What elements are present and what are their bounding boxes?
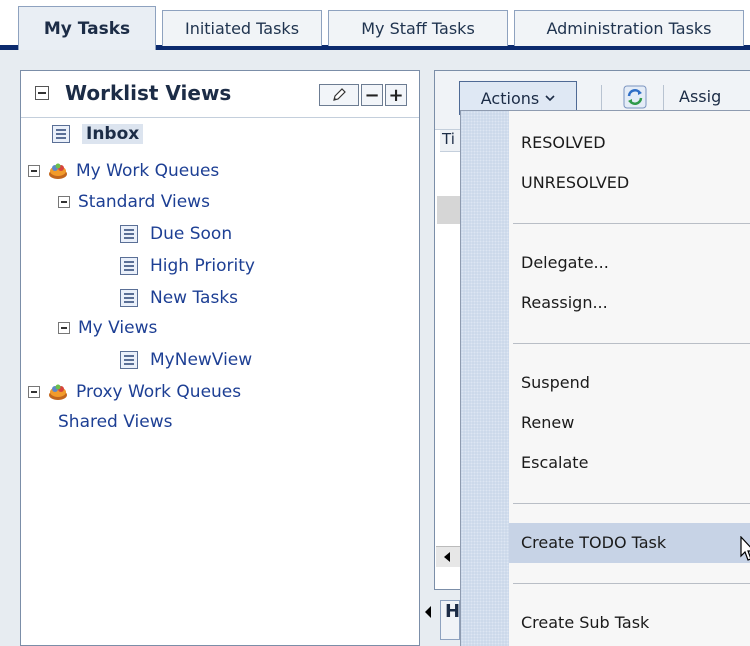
tree-item-high-priority[interactable]: High Priority [120,256,255,276]
view-list-icon [120,257,138,275]
tab-my-tasks[interactable]: My Tasks [18,6,156,50]
tree-item-my-work-queues[interactable]: My Work Queues [28,161,219,181]
actions-dropdown-menu: RESOLVED UNRESOLVED Delegate... Reassign… [460,110,750,646]
tab-bar: My Tasks Initiated Tasks My Staff Tasks … [0,0,750,50]
collapse-node-icon[interactable] [58,322,70,334]
tree-item-label: High Priority [150,256,255,276]
tab-administration-tasks[interactable]: Administration Tasks [514,10,744,46]
selected-row[interactable] [437,196,461,224]
view-list-icon [120,351,138,369]
tree-item-proxy-work-queues[interactable]: Proxy Work Queues [28,382,241,402]
menu-separator [513,503,750,504]
menu-separator [513,223,750,224]
view-list-icon [120,289,138,307]
tab-label: My Tasks [43,18,131,39]
toolbar-separator [663,85,664,113]
horizontal-scrollbar[interactable] [436,546,460,567]
panel-title: Worklist Views [65,81,232,105]
tree-item-label: My Views [78,318,158,338]
work-queue-icon [49,384,67,400]
tab-label: Initiated Tasks [184,19,300,38]
menu-icon-gutter [461,111,509,646]
tree-item-label: Shared Views [58,412,173,432]
refresh-icon[interactable] [623,85,647,109]
plus-icon: + [388,84,404,106]
collapse-node-icon[interactable] [58,196,70,208]
panel-tools: − + [319,84,407,106]
menu-separator [513,343,750,344]
menu-item-unresolved[interactable]: UNRESOLVED [521,173,629,192]
expand-left-arrow-icon[interactable] [425,606,431,618]
tree-item-my-views[interactable]: My Views [58,318,157,338]
tree-item-label: Inbox [82,124,144,144]
view-list-icon [120,225,138,243]
tree-item-label: Standard Views [78,192,210,212]
tab-initiated-tasks[interactable]: Initiated Tasks [162,10,322,46]
actions-label: Actions [480,88,540,108]
collapse-node-icon[interactable] [28,386,40,398]
tree-item-label: MyNewView [150,350,253,370]
panel-header: Worklist Views − + [21,71,419,118]
menu-item-resolved[interactable]: RESOLVED [521,133,606,152]
menu-item-suspend[interactable]: Suspend [521,373,590,392]
menu-separator [513,583,750,584]
tab-my-staff-tasks[interactable]: My Staff Tasks [328,10,508,46]
minus-icon: − [364,84,380,106]
tab-label: Administration Tasks [546,19,712,38]
tree-item-label: New Tasks [150,288,239,308]
chevron-down-icon [545,95,555,102]
edit-view-button[interactable] [319,84,359,106]
menu-item-create-sub-task[interactable]: Create Sub Task [521,613,649,632]
menu-item-reassign[interactable]: Reassign... [521,293,608,312]
tree-item-due-soon[interactable]: Due Soon [120,224,232,244]
pencil-icon [333,88,346,101]
tree-item-shared-views[interactable]: Shared Views [58,412,172,432]
mouse-cursor-icon [740,536,750,561]
title-column-header[interactable]: Ti [440,130,460,152]
tree-item-label: My Work Queues [76,161,220,181]
remove-view-button[interactable]: − [361,84,383,106]
view-list-icon [52,125,70,143]
tree-item-inbox[interactable]: Inbox [52,124,144,144]
tree-item-standard-views[interactable]: Standard Views [58,192,210,212]
tree-item-label: Proxy Work Queues [76,382,242,402]
menu-item-renew[interactable]: Renew [521,413,574,432]
menu-item-create-todo-task[interactable]: Create TODO Task [521,533,666,552]
collapse-panel-icon[interactable] [35,86,49,100]
assign-button[interactable]: Assig [679,87,721,106]
menu-item-delegate[interactable]: Delegate... [521,253,609,272]
work-queue-icon [49,163,67,179]
tab-label: My Staff Tasks [361,19,475,38]
tree-item-label: Due Soon [150,224,233,244]
tree-item-new-tasks[interactable]: New Tasks [120,288,238,308]
tree-item-mynewview[interactable]: MyNewView [120,350,252,370]
add-view-button[interactable]: + [385,84,407,106]
collapse-node-icon[interactable] [28,165,40,177]
menu-item-escalate[interactable]: Escalate [521,453,588,472]
detail-panel-tab[interactable]: H [440,600,460,640]
toolbar-separator [601,85,602,113]
